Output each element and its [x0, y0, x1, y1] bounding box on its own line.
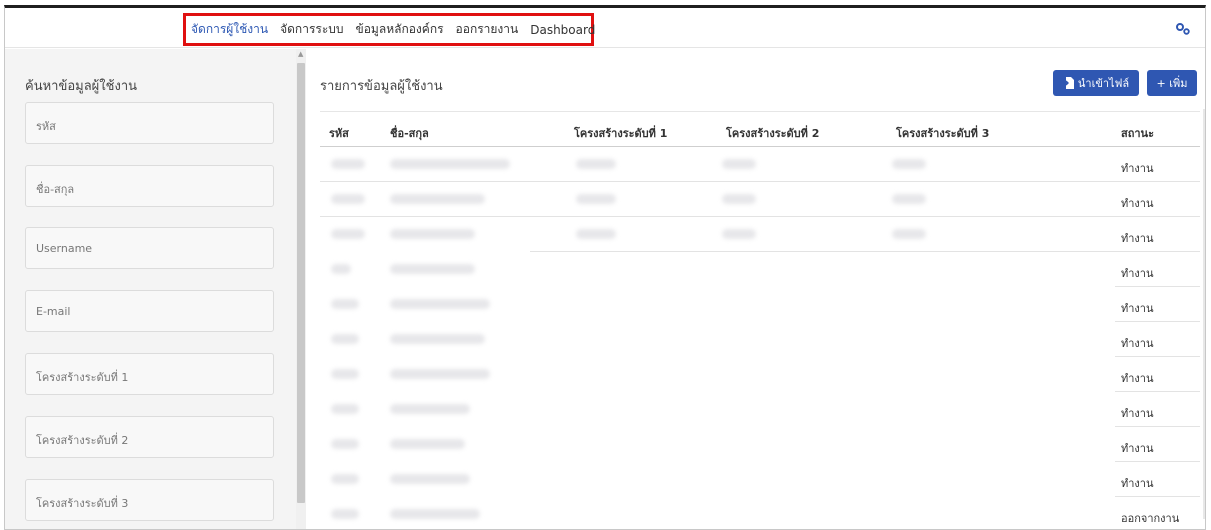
- redacted-id-cell: [331, 229, 365, 239]
- redacted-name-cell: [390, 474, 470, 484]
- redacted-id-cell: [331, 299, 359, 309]
- redacted-name-cell: [390, 334, 485, 344]
- nav-menu: จัดการผู้ใช้งาน จัดการระบบ ข้อมูลหลักองค…: [183, 13, 595, 46]
- table-row[interactable]: ทำงาน: [320, 427, 1200, 462]
- redacted-structure-cell: [576, 194, 616, 204]
- file-import-icon: [1062, 77, 1074, 89]
- email-field[interactable]: E-mail: [25, 290, 274, 332]
- status-cell: ทำงาน: [1121, 442, 1154, 455]
- table-scrollbar[interactable]: [1203, 109, 1205, 519]
- nav-item-organization-data[interactable]: ข้อมูลหลักองค์กร: [356, 20, 444, 39]
- status-cell: ทำงาน: [1121, 232, 1154, 245]
- import-file-button[interactable]: นำเข้าไฟล์: [1053, 70, 1139, 96]
- redacted-name-cell: [390, 194, 485, 204]
- column-header-name[interactable]: ชื่อ-สกุล: [390, 124, 429, 142]
- nav-item-reports[interactable]: ออกรายงาน: [456, 20, 519, 39]
- table-row[interactable]: ทำงาน: [320, 182, 1200, 217]
- search-sidebar: ค้นหาข้อมูลผู้ใช้งาน รหัส ชื่อ-สกุล User…: [5, 49, 297, 529]
- structure-level-1-field[interactable]: โครงสร้างระดับที่ 1: [25, 353, 274, 395]
- nav-item-user-management[interactable]: จัดการผู้ใช้งาน: [191, 20, 268, 39]
- redacted-structure-cell: [722, 194, 756, 204]
- table-row[interactable]: ทำงาน: [320, 252, 1200, 287]
- redacted-name-cell: [390, 369, 490, 379]
- table-row[interactable]: ทำงาน: [320, 462, 1200, 497]
- list-title: รายการข้อมูลผู้ใช้งาน: [320, 79, 443, 94]
- redacted-structure-cell: [576, 229, 616, 239]
- scroll-up-icon[interactable]: ▲: [298, 50, 303, 58]
- sidebar-title: ค้นหาข้อมูลผู้ใช้งาน: [25, 79, 138, 94]
- redacted-id-cell: [331, 509, 359, 519]
- column-header-status[interactable]: สถานะ: [1121, 124, 1154, 142]
- column-header-structure-3[interactable]: โครงสร้างระดับที่ 3: [896, 124, 989, 142]
- redacted-structure-cell: [722, 229, 756, 239]
- sidebar-scrollbar[interactable]: ▲: [296, 49, 306, 529]
- redacted-structure-cell: [892, 229, 926, 239]
- redacted-name-cell: [390, 264, 475, 274]
- redacted-id-cell: [331, 404, 359, 414]
- redacted-name-cell: [390, 404, 470, 414]
- redacted-id-cell: [331, 474, 359, 484]
- structure-level-3-field[interactable]: โครงสร้างระดับที่ 3: [25, 479, 274, 521]
- redacted-name-cell: [390, 439, 465, 449]
- redacted-id-cell: [331, 439, 359, 449]
- username-field[interactable]: Username: [25, 227, 274, 269]
- structure-level-2-field[interactable]: โครงสร้างระดับที่ 2: [25, 416, 274, 458]
- status-cell: ทำงาน: [1121, 407, 1154, 420]
- column-header-structure-2[interactable]: โครงสร้างระดับที่ 2: [726, 124, 819, 142]
- redacted-name-cell: [390, 229, 475, 239]
- redacted-id-cell: [331, 334, 359, 344]
- user-id-field[interactable]: รหัส: [25, 102, 274, 144]
- redacted-id-cell: [331, 264, 351, 274]
- redacted-name-cell: [390, 159, 510, 169]
- column-header-id[interactable]: รหัส: [329, 124, 349, 142]
- status-cell: ออกจากงาน: [1121, 512, 1180, 525]
- import-file-label: นำเข้าไฟล์: [1077, 77, 1130, 90]
- status-cell: ทำงาน: [1121, 162, 1154, 175]
- table-row[interactable]: ทำงาน: [320, 392, 1200, 427]
- redacted-structure-cell: [576, 159, 616, 169]
- redacted-structure-cell: [892, 194, 926, 204]
- table-row[interactable]: ทำงาน: [320, 322, 1200, 357]
- redacted-structure-cell: [722, 159, 756, 169]
- redacted-id-cell: [331, 369, 359, 379]
- table-row[interactable]: ทำงาน: [320, 217, 1200, 252]
- table-row[interactable]: ทำงาน: [320, 147, 1200, 182]
- redacted-structure-cell: [892, 159, 926, 169]
- status-cell: ทำงาน: [1121, 477, 1154, 490]
- column-header-structure-1[interactable]: โครงสร้างระดับที่ 1: [574, 124, 667, 142]
- status-cell: ทำงาน: [1121, 302, 1154, 315]
- top-navigation: จัดการผู้ใช้งาน จัดการระบบ ข้อมูลหลักองค…: [5, 8, 1205, 48]
- redacted-name-cell: [390, 299, 490, 309]
- nav-item-system-management[interactable]: จัดการระบบ: [280, 20, 343, 39]
- full-name-field[interactable]: ชื่อ-สกุล: [25, 165, 274, 207]
- table-row[interactable]: ทำงาน: [320, 357, 1200, 392]
- redacted-id-cell: [331, 194, 365, 204]
- status-cell: ทำงาน: [1121, 197, 1154, 210]
- user-list-panel: รายการข้อมูลผู้ใช้งาน นำเข้าไฟล์ + เพิ่ม…: [306, 49, 1205, 529]
- table-header: รหัส ชื่อ-สกุล โครงสร้างระดับที่ 1 โครงส…: [320, 111, 1200, 147]
- redacted-id-cell: [331, 159, 365, 169]
- status-cell: ทำงาน: [1121, 372, 1154, 385]
- gears-icon[interactable]: [1175, 22, 1191, 36]
- scrollbar-thumb[interactable]: [297, 63, 305, 503]
- status-cell: ทำงาน: [1121, 337, 1154, 350]
- app-window: จัดการผู้ใช้งาน จัดการระบบ ข้อมูลหลักองค…: [4, 5, 1206, 530]
- table-row[interactable]: ทำงาน: [320, 287, 1200, 322]
- add-user-button[interactable]: + เพิ่ม: [1147, 70, 1197, 96]
- status-cell: ทำงาน: [1121, 267, 1154, 280]
- table-row[interactable]: ออกจากงาน: [320, 497, 1200, 529]
- redacted-name-cell: [390, 509, 480, 519]
- nav-item-dashboard[interactable]: Dashboard: [530, 23, 595, 37]
